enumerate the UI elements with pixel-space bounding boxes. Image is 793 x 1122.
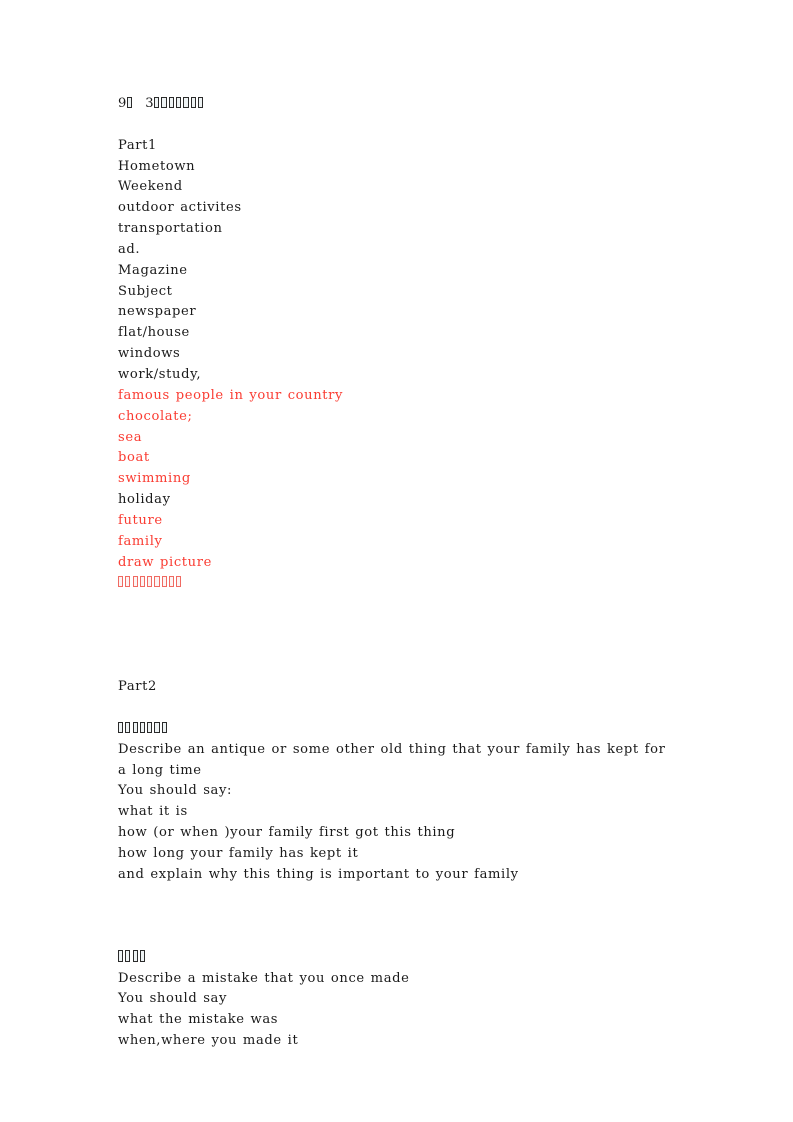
missing-glyph-box xyxy=(190,96,196,108)
missing-glyph-box xyxy=(118,950,124,962)
title-trailing-label-boxes xyxy=(154,96,205,108)
part1-item-holiday: holiday xyxy=(118,492,171,508)
part1-item-subject: Subject xyxy=(118,283,173,299)
spacer-after-part2-heading xyxy=(118,698,676,719)
missing-glyph-box xyxy=(118,721,124,733)
document-body: 93 Part1 Hometown Weekend outdoor activi… xyxy=(118,94,676,1052)
missing-glyph-box xyxy=(147,721,153,733)
part1-item-draw-picture: draw picture xyxy=(118,554,212,570)
part1-item-transportation: transportation xyxy=(118,221,223,237)
part2-topic-1-bullet-3: how long your family has kept it xyxy=(118,846,359,861)
part2-topic-1-instruction: You should say: xyxy=(118,783,233,799)
part2-topic-2: Describe a mistake that you once made Yo… xyxy=(118,948,676,1052)
missing-glyph-box xyxy=(125,576,131,588)
missing-glyph-box xyxy=(147,576,153,588)
part2-topic-2-label xyxy=(118,948,676,969)
missing-glyph-box xyxy=(176,576,182,588)
part1-item-family: family xyxy=(118,533,163,549)
missing-glyph-box xyxy=(197,96,204,108)
part1-item-ad: ad. xyxy=(118,241,141,257)
missing-glyph-box xyxy=(161,576,167,588)
part1-item-swimming: swimming xyxy=(118,471,191,487)
spacer-between-topics xyxy=(118,886,676,948)
part1-item-sea: sea xyxy=(118,429,143,445)
part1-item-flat-house: flat/house xyxy=(118,325,190,341)
document-page: 93 Part1 Hometown Weekend outdoor activi… xyxy=(0,0,793,1122)
document-title: 93 xyxy=(118,94,676,115)
part1-trailing-note-boxes xyxy=(118,576,184,588)
part1-heading: Part1 xyxy=(118,137,157,153)
missing-glyph-box xyxy=(154,721,160,733)
part1-trailing-note xyxy=(118,573,676,594)
part1-item-future: future xyxy=(118,512,163,528)
title-day-number: 3 xyxy=(145,96,155,111)
missing-glyph-box xyxy=(139,950,146,962)
part2-topic-1: Describe an antique or some other old th… xyxy=(118,719,676,886)
missing-glyph-box xyxy=(125,950,131,962)
missing-glyph-box xyxy=(183,96,189,108)
missing-glyph-box xyxy=(132,721,138,733)
part1-item-boat: boat xyxy=(118,450,150,466)
title-month-label-boxes xyxy=(126,96,134,108)
part2-topic-2-prompt: Describe a mistake that you once made xyxy=(118,970,410,986)
missing-glyph-box xyxy=(139,721,146,733)
part2-topic-2-bullet-1: what the mistake was xyxy=(118,1012,279,1028)
part1-item-outdoor-activites: outdoor activites xyxy=(118,200,242,216)
missing-glyph-box xyxy=(168,576,175,588)
part2-topic-1-prompt: Describe an antique or some other old th… xyxy=(118,741,666,778)
part1-item-windows: windows xyxy=(118,346,181,362)
part1-item-list: Hometown Weekend outdoor activites trans… xyxy=(118,157,676,595)
missing-glyph-box xyxy=(176,96,182,108)
missing-glyph-box xyxy=(118,576,124,588)
part1-item-newspaper: newspaper xyxy=(118,304,197,320)
missing-glyph-box xyxy=(139,576,146,588)
part1-item-work-study: work/study, xyxy=(118,366,202,382)
part2-topic-2-bullet-2: when,where you made it xyxy=(118,1033,299,1049)
missing-glyph-box xyxy=(132,576,138,588)
part2-topic-1-bullet-2: how (or when )your family first got this… xyxy=(118,825,456,841)
part1-item-weekend: Weekend xyxy=(118,179,183,195)
spacer-before-part2 xyxy=(118,594,676,677)
missing-glyph-box xyxy=(126,96,133,108)
missing-glyph-box xyxy=(132,950,138,962)
part2-topic-2-label-boxes xyxy=(118,950,147,962)
missing-glyph-box xyxy=(161,721,167,733)
part2-heading: Part2 xyxy=(118,679,157,695)
title-month-number: 9 xyxy=(118,96,127,111)
missing-glyph-box xyxy=(154,96,160,108)
part1-item-magazine: Magazine xyxy=(118,262,188,278)
spacer-after-title xyxy=(118,115,676,136)
missing-glyph-box xyxy=(161,96,167,108)
part2-topic-1-bullet-4: and explain why this thing is important … xyxy=(118,866,519,882)
part2-topic-1-label-boxes xyxy=(118,721,169,733)
part1-item-hometown: Hometown xyxy=(118,158,196,174)
part2-topic-1-label xyxy=(118,719,676,740)
missing-glyph-box xyxy=(154,576,160,588)
part2-topic-1-bullet-1: what it is xyxy=(118,804,188,820)
missing-glyph-box xyxy=(125,721,131,733)
part1-item-famous-people: famous people in your country xyxy=(118,387,344,403)
part1-item-chocolate: chocolate; xyxy=(118,408,193,424)
part2-topic-2-instruction: You should say xyxy=(118,991,227,1007)
missing-glyph-box xyxy=(168,96,174,108)
